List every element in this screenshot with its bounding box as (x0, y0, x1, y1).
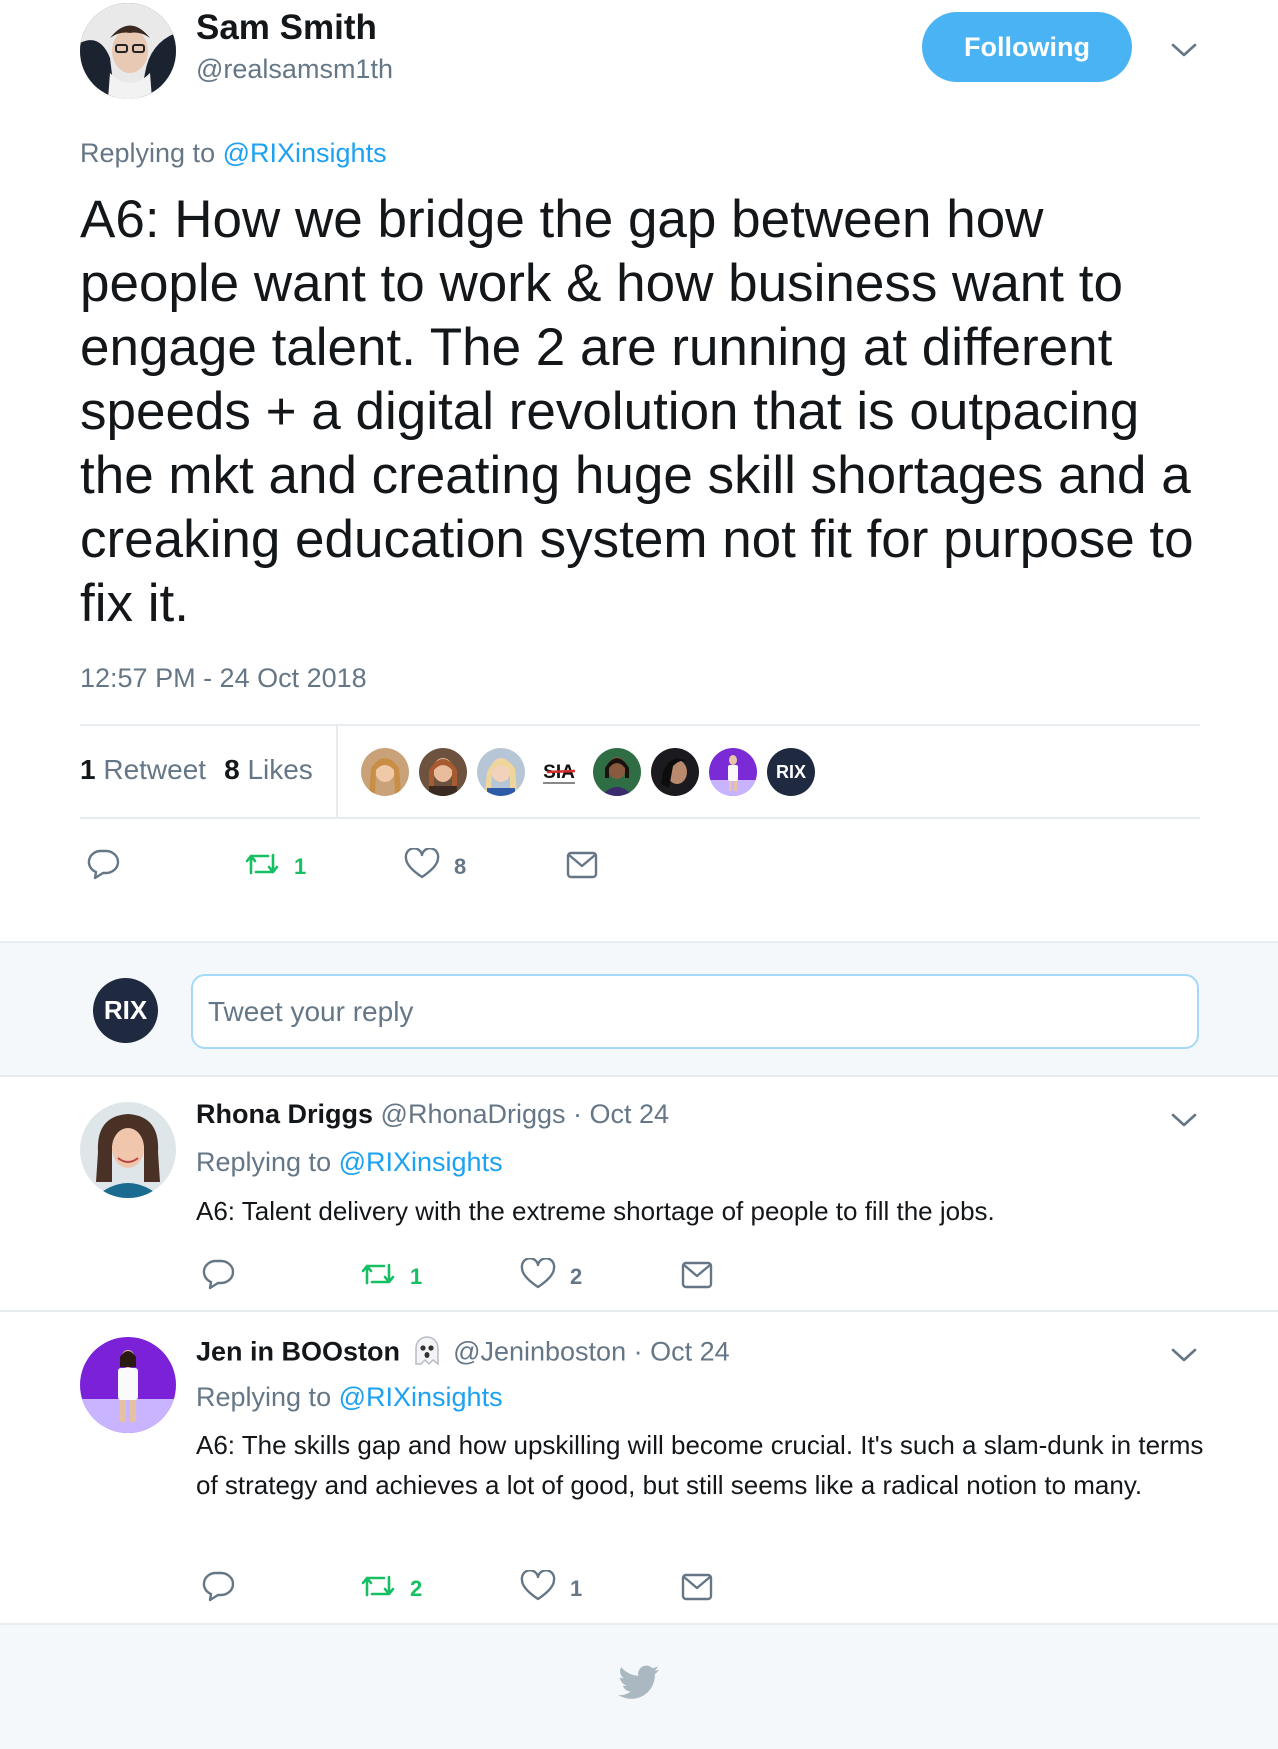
retweet-action[interactable]: 1 (360, 1258, 422, 1295)
retweet-count: 2 (410, 1575, 423, 1601)
envelope-icon (566, 850, 598, 885)
reply-author-avatar[interactable] (80, 1102, 176, 1198)
tweet-reply-input[interactable] (191, 974, 1199, 1049)
divider (80, 817, 1200, 819)
retweet-action[interactable]: 1 (244, 848, 306, 885)
current-user-avatar[interactable]: RIX (93, 978, 158, 1043)
reply-date[interactable]: · Oct 24 (573, 1099, 669, 1129)
envelope-icon (681, 1572, 713, 1607)
reply-tweet[interactable]: Jen in BOOston @Jeninboston · Oct 24 Rep… (0, 1312, 1278, 1625)
reply-text: A6: The skills gap and how upskilling wi… (196, 1430, 1204, 1500)
like-count: 8 (454, 853, 467, 879)
chevron-down-icon[interactable] (1170, 1110, 1198, 1130)
liker-avatar[interactable] (419, 748, 467, 796)
liker-avatar[interactable] (361, 748, 409, 796)
sia-logo[interactable]: SIA (535, 748, 583, 796)
reply-author-name[interactable]: Rhona Driggs (196, 1099, 373, 1129)
reply-icon (201, 1258, 235, 1295)
reply-author-handle[interactable]: @Jeninboston (453, 1337, 626, 1367)
replying-to-link[interactable]: @RIXinsights (339, 1147, 503, 1177)
reply-author-name[interactable]: Jen in BOOston (196, 1337, 400, 1367)
replying-to: Replying to @RIXinsights (196, 1382, 503, 1413)
author-name[interactable]: Sam Smith (196, 8, 377, 48)
ghost-icon (410, 1334, 444, 1373)
retweet-icon (244, 848, 280, 885)
heart-icon (404, 847, 440, 885)
reply-author-handle[interactable]: @RhonaDriggs (381, 1099, 566, 1129)
direct-message-action[interactable] (566, 850, 598, 885)
reply-action[interactable] (201, 1570, 235, 1607)
reply-action[interactable] (86, 848, 120, 885)
replying-prefix: Replying to (80, 138, 216, 168)
reply-date[interactable]: · Oct 24 (634, 1337, 730, 1367)
retweet-icon (360, 1570, 396, 1607)
like-action[interactable]: 1 (520, 1569, 583, 1607)
reply-action[interactable] (201, 1258, 235, 1295)
replying-prefix: Replying to (196, 1382, 332, 1412)
reply-header: Rhona Driggs @RhonaDriggs · Oct 24 (196, 1099, 669, 1130)
divider (336, 725, 338, 818)
reply-tweet[interactable]: Rhona Driggs @RhonaDriggs · Oct 24 Reply… (0, 1077, 1278, 1312)
direct-message-action[interactable] (681, 1572, 713, 1607)
reply-icon (86, 848, 120, 885)
liker-avatar[interactable] (477, 748, 525, 796)
like-label: Likes (247, 754, 313, 785)
replying-to-link[interactable]: @RIXinsights (223, 138, 387, 168)
like-stat[interactable]: 8 Likes (224, 754, 313, 785)
envelope-icon (681, 1260, 713, 1295)
rix-avatar[interactable]: RIX (767, 748, 815, 796)
like-count: 1 (570, 1575, 583, 1601)
retweet-label: Retweet (103, 754, 207, 785)
retweet-action[interactable]: 2 (360, 1570, 422, 1607)
replying-to-link[interactable]: @RIXinsights (339, 1382, 503, 1412)
reply-header: Jen in BOOston @Jeninboston · Oct 24 (196, 1334, 730, 1373)
liker-avatar[interactable] (709, 748, 757, 796)
replying-prefix: Replying to (196, 1147, 332, 1177)
following-button[interactable]: Following (922, 12, 1132, 82)
retweet-stat[interactable]: 1 Retweet (80, 754, 206, 785)
heart-icon (520, 1257, 556, 1295)
like-count: 8 (224, 754, 240, 785)
retweet-count: 1 (80, 754, 96, 785)
divider (80, 724, 1200, 726)
twitter-bird-icon (618, 1665, 660, 1701)
chevron-down-icon[interactable] (1170, 40, 1198, 60)
replying-to: Replying to @RIXinsights (196, 1147, 503, 1178)
chevron-down-icon[interactable] (1170, 1345, 1198, 1365)
liker-avatar[interactable] (651, 748, 699, 796)
like-count: 2 (570, 1263, 583, 1289)
author-avatar[interactable] (80, 3, 176, 99)
author-handle[interactable]: @realsamsm1th (196, 54, 393, 85)
heart-icon (520, 1569, 556, 1607)
replying-to: Replying to @RIXinsights (80, 138, 387, 169)
like-action[interactable]: 8 (404, 847, 467, 885)
liker-avatar[interactable] (593, 748, 641, 796)
retweet-icon (360, 1258, 396, 1295)
reply-author-avatar[interactable] (80, 1337, 176, 1433)
main-tweet: Sam Smith @realsamsm1th Following Replyi… (0, 0, 1278, 941)
reply-text: A6: Talent delivery with the extreme sho… (196, 1196, 995, 1226)
tweet-timestamp[interactable]: 12:57 PM - 24 Oct 2018 (80, 663, 367, 694)
like-action[interactable]: 2 (520, 1257, 583, 1295)
retweet-count: 1 (294, 853, 307, 879)
retweet-count: 1 (410, 1263, 423, 1289)
direct-message-action[interactable] (681, 1260, 713, 1295)
reply-icon (201, 1570, 235, 1607)
reply-composer: RIX (0, 941, 1278, 1077)
tweet-stats: 1 Retweet 8 Likes (80, 754, 313, 786)
footer (0, 1625, 1278, 1749)
tweet-text: A6: How we bridge the gap between how pe… (80, 190, 1194, 633)
